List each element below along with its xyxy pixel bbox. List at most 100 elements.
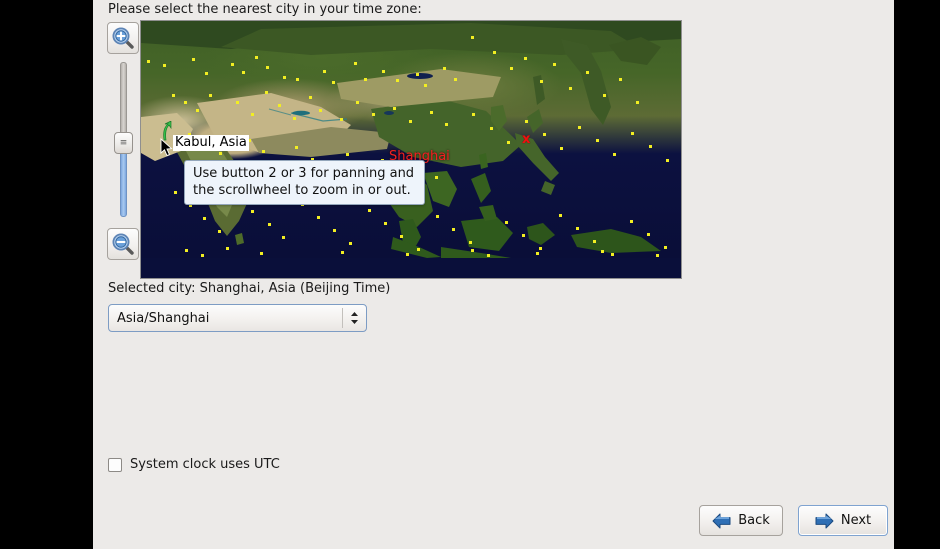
map-city-dot[interactable]: [163, 64, 166, 67]
map-city-dot[interactable]: [368, 209, 371, 212]
map-city-dot[interactable]: [603, 94, 606, 97]
map-city-dot[interactable]: [354, 62, 357, 65]
map-city-dot[interactable]: [430, 111, 433, 114]
map-city-dot[interactable]: [560, 147, 563, 150]
utc-checkbox[interactable]: [108, 457, 122, 472]
map-city-dot[interactable]: [593, 240, 596, 243]
map-city-dot[interactable]: [346, 153, 349, 156]
map-city-dot[interactable]: [490, 127, 493, 130]
map-city-dot[interactable]: [384, 222, 387, 225]
map-city-dot[interactable]: [631, 132, 634, 135]
map-city-dot[interactable]: [255, 56, 258, 59]
map-city-dot[interactable]: [323, 70, 326, 73]
map-city-dot[interactable]: [525, 120, 528, 123]
map-city-dot[interactable]: [406, 253, 409, 256]
map-city-dot[interactable]: [471, 36, 474, 39]
map-city-dot[interactable]: [236, 101, 239, 104]
map-city-dot[interactable]: [265, 91, 268, 94]
map-city-dot[interactable]: [417, 248, 420, 251]
map-city-dot[interactable]: [393, 107, 396, 110]
map-city-dot[interactable]: [619, 78, 622, 81]
map-city-dot[interactable]: [601, 250, 604, 253]
map-city-dot[interactable]: [282, 236, 285, 239]
map-city-dot[interactable]: [196, 109, 199, 112]
map-city-dot[interactable]: [524, 57, 527, 60]
map-city-dot[interactable]: [209, 94, 212, 97]
map-city-dot[interactable]: [192, 58, 195, 61]
map-city-dot[interactable]: [539, 247, 542, 250]
map-city-dot[interactable]: [493, 51, 496, 54]
map-city-dot[interactable]: [219, 152, 222, 155]
map-city-dot[interactable]: [664, 246, 667, 249]
map-city-dot[interactable]: [356, 101, 359, 104]
map-city-dot[interactable]: [147, 60, 150, 63]
map-city-dot[interactable]: [586, 71, 589, 74]
zoom-slider-thumb[interactable]: ≡: [114, 132, 133, 154]
map-city-dot[interactable]: [317, 216, 320, 219]
map-city-dot[interactable]: [319, 109, 322, 112]
zoom-slider-track-upper[interactable]: [120, 62, 127, 140]
map-city-dot[interactable]: [596, 139, 599, 142]
map-city-dot[interactable]: [416, 73, 419, 76]
map-city-dot[interactable]: [184, 101, 187, 104]
map-city-dot[interactable]: [435, 176, 438, 179]
map-city-dot[interactable]: [569, 87, 572, 90]
utc-checkbox-row[interactable]: System clock uses UTC: [108, 457, 280, 472]
map-city-dot[interactable]: [309, 96, 312, 99]
map-city-dot[interactable]: [231, 63, 234, 66]
map-city-dot[interactable]: [649, 145, 652, 148]
map-city-dot[interactable]: [226, 247, 229, 250]
map-city-dot[interactable]: [553, 63, 556, 66]
map-city-dot[interactable]: [469, 241, 472, 244]
map-zoom-in-button[interactable]: [107, 22, 139, 54]
map-city-dot[interactable]: [400, 235, 403, 238]
map-city-dot[interactable]: [540, 80, 543, 83]
map-city-dot[interactable]: [372, 113, 375, 116]
map-city-dot[interactable]: [341, 251, 344, 254]
map-city-dot[interactable]: [266, 66, 269, 69]
map-city-dot[interactable]: [424, 84, 427, 87]
map-city-dot[interactable]: [666, 159, 669, 162]
chevron-up-down-icon[interactable]: [343, 310, 366, 326]
map-city-dot[interactable]: [174, 191, 177, 194]
map-city-dot[interactable]: [251, 113, 254, 116]
map-city-dot[interactable]: [172, 94, 175, 97]
map-city-dot[interactable]: [332, 81, 335, 84]
map-city-dot[interactable]: [443, 67, 446, 70]
map-city-dot[interactable]: [576, 227, 579, 230]
map-city-dot[interactable]: [185, 249, 188, 252]
zoom-slider-track-lower[interactable]: [120, 144, 127, 217]
timezone-map[interactable]: Kabul, Asia x Shanghai Use button 2 or 3…: [140, 20, 682, 279]
map-city-dot[interactable]: [293, 117, 296, 120]
map-city-dot[interactable]: [364, 78, 367, 81]
map-city-dot[interactable]: [559, 214, 562, 217]
map-city-dot[interactable]: [340, 118, 343, 121]
map-city-dot[interactable]: [522, 234, 525, 237]
map-city-dot[interactable]: [611, 253, 614, 256]
timezone-combobox[interactable]: Asia/Shanghai: [108, 304, 367, 332]
map-city-dot[interactable]: [472, 113, 475, 116]
map-city-dot[interactable]: [242, 71, 245, 74]
map-city-dot[interactable]: [251, 210, 254, 213]
map-city-dot[interactable]: [205, 72, 208, 75]
map-city-dot[interactable]: [201, 254, 204, 257]
map-city-dot[interactable]: [203, 217, 206, 220]
map-city-dot[interactable]: [507, 141, 510, 144]
map-city-dot[interactable]: [578, 126, 581, 129]
map-city-dot[interactable]: [471, 249, 474, 252]
map-city-dot[interactable]: [630, 220, 633, 223]
map-zoom-out-button[interactable]: [107, 228, 139, 260]
map-city-dot[interactable]: [487, 254, 490, 257]
map-city-dot[interactable]: [436, 215, 439, 218]
map-city-dot[interactable]: [296, 78, 299, 81]
map-city-dot[interactable]: [536, 252, 539, 255]
map-city-dot[interactable]: [409, 120, 412, 123]
map-city-dot[interactable]: [454, 78, 457, 81]
next-button[interactable]: Next: [798, 505, 888, 536]
map-city-dot[interactable]: [452, 228, 455, 231]
map-city-dot[interactable]: [260, 252, 263, 255]
map-city-dot[interactable]: [647, 233, 650, 236]
map-city-dot[interactable]: [613, 153, 616, 156]
map-city-dot[interactable]: [510, 67, 513, 70]
map-city-dot[interactable]: [656, 254, 659, 257]
